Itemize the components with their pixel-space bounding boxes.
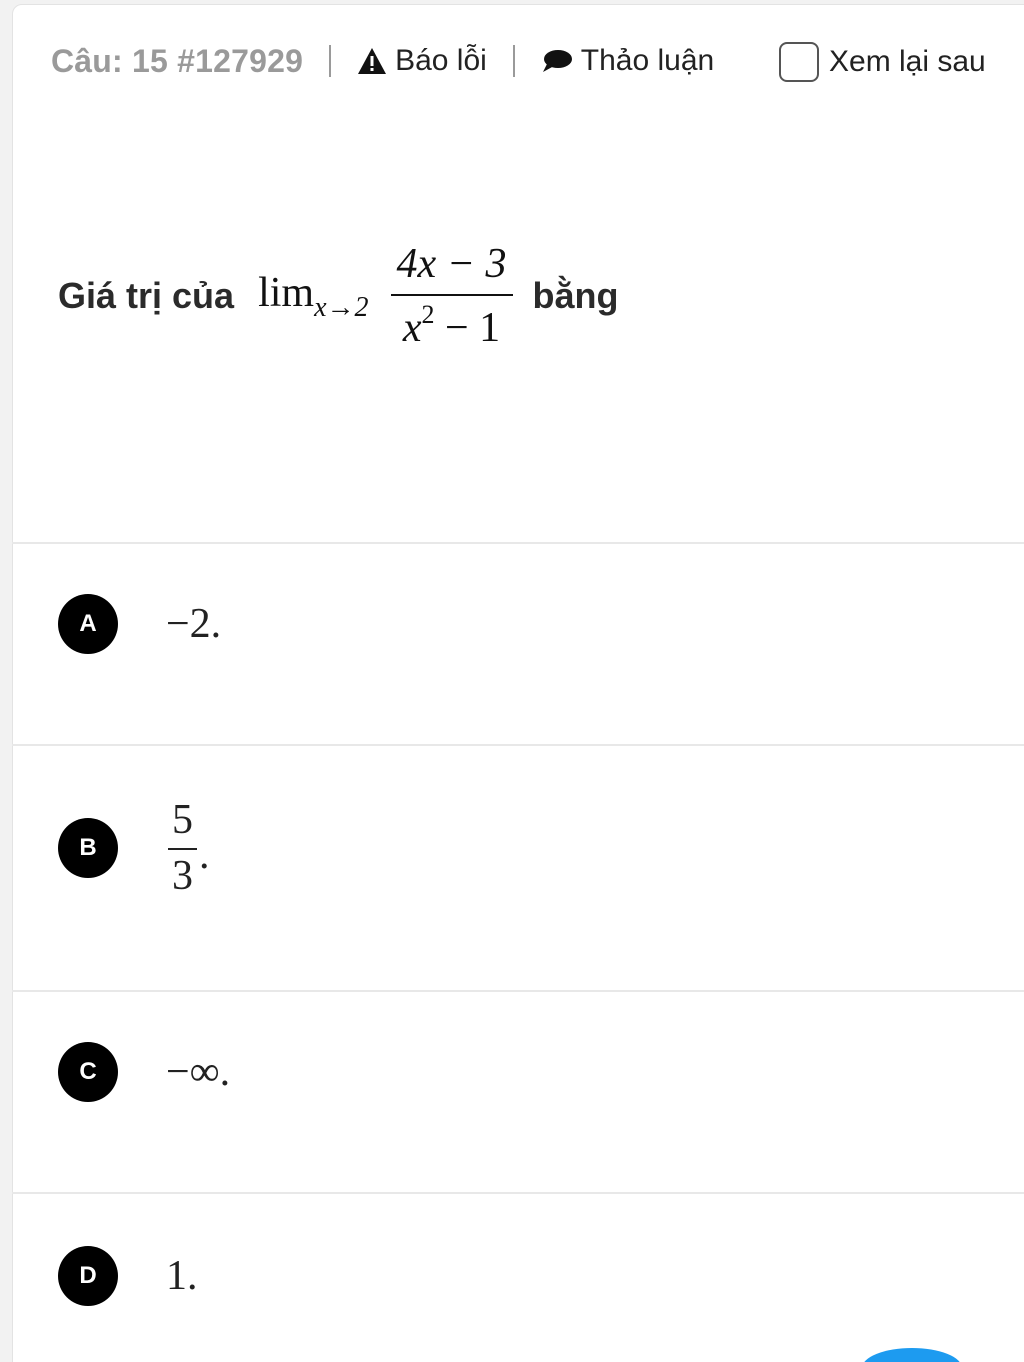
option-value: −∞. <box>166 1049 231 1095</box>
answer-option-d[interactable]: D 1. <box>58 1246 198 1306</box>
option-value: −2. <box>166 601 222 647</box>
question-header: Câu: 15 #127929 Báo lỗi Thảo luận Xem lạ… <box>51 38 1011 84</box>
warning-icon <box>358 48 387 74</box>
fraction-numerator: 4x − 3 <box>390 240 513 296</box>
answer-option-c[interactable]: C −∞. <box>58 1042 230 1102</box>
comment-icon <box>542 50 572 72</box>
question-prefix: Giá trị của <box>58 275 235 316</box>
divider <box>12 744 1024 746</box>
option-value: 1. <box>166 1253 198 1299</box>
option-letter-badge: B <box>58 818 118 878</box>
option-letter-badge: C <box>58 1042 118 1102</box>
limit-fraction: 4x − 3 x2 − 1 <box>390 240 513 352</box>
option-fraction-numerator: 5 <box>168 796 197 850</box>
limit-subscript: x→2 <box>314 291 369 323</box>
option-fraction: 5 3 <box>168 796 197 900</box>
question-suffix: bằng <box>532 275 619 316</box>
option-letter-badge: A <box>58 594 118 654</box>
header-separator <box>512 45 515 77</box>
review-later-toggle[interactable]: Xem lại sau <box>779 42 986 82</box>
review-later-checkbox[interactable] <box>779 42 819 82</box>
option-value: 5 3 . <box>118 796 210 900</box>
answer-option-a[interactable]: A −2. <box>58 594 221 654</box>
discussion-label: Thảo luận <box>580 44 715 77</box>
header-separator <box>329 45 332 77</box>
report-error-link[interactable]: Báo lỗi <box>357 44 487 78</box>
divider <box>12 542 1024 544</box>
question-body: Giá trị của limx→2 4x − 3 x2 − 1 bằng <box>58 236 619 356</box>
report-error-label: Báo lỗi <box>395 44 487 77</box>
option-letter-badge: D <box>58 1246 118 1306</box>
option-fraction-denominator: 3 <box>172 853 193 899</box>
fraction-denominator: x2 − 1 <box>402 300 501 351</box>
question-number: Câu: 15 #127929 <box>51 42 304 79</box>
divider <box>12 990 1024 992</box>
review-later-label: Xem lại sau <box>829 45 986 78</box>
question-card <box>12 4 1024 1362</box>
answer-option-b[interactable]: B 5 3 . <box>58 796 210 900</box>
discussion-link[interactable]: Thảo luận <box>541 44 714 78</box>
limit-operator: lim <box>258 269 315 316</box>
option-trailing-period: . <box>199 832 210 878</box>
limit-expression: limx→2 <box>258 269 368 324</box>
divider <box>12 1192 1024 1194</box>
